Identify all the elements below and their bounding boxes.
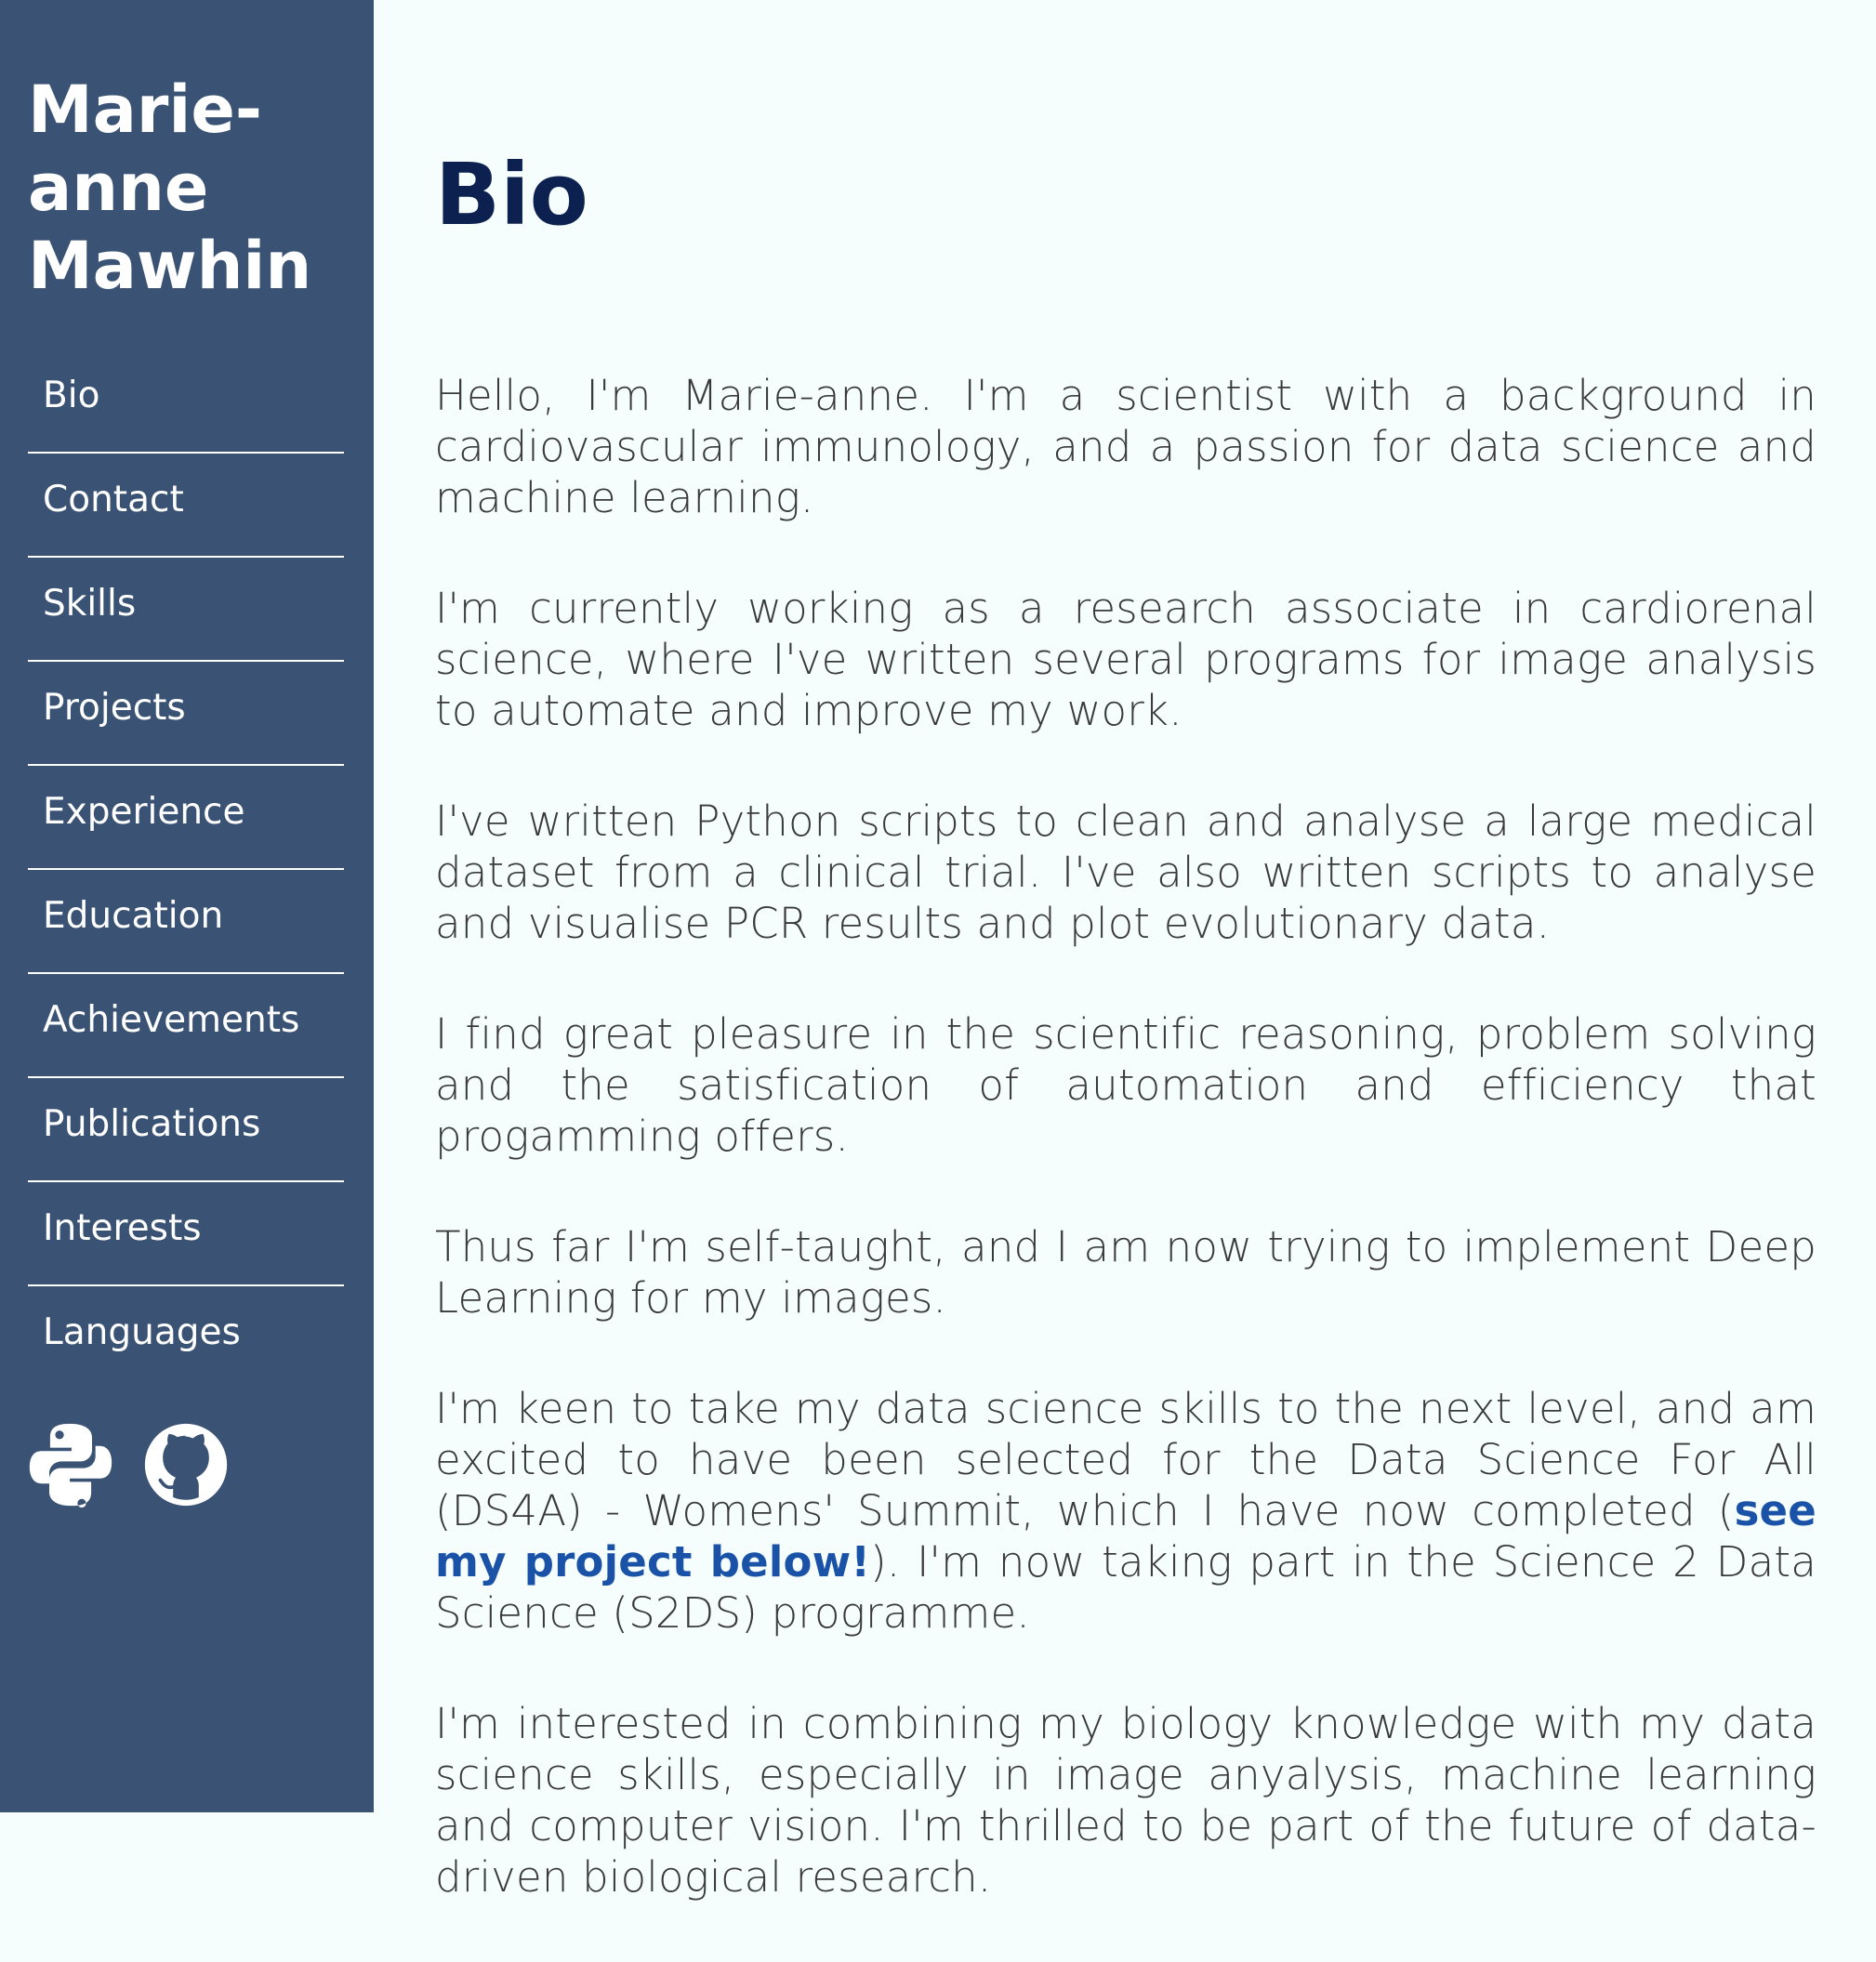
bio-text-segment: I'm keen to take my data science skills … xyxy=(435,1384,1817,1535)
bio-paragraph: I find great pleasure in the scientific … xyxy=(435,1009,1817,1161)
nav-link-education[interactable]: Education xyxy=(43,894,223,939)
social-links xyxy=(28,1420,229,1509)
nav-item-experience: Experience xyxy=(28,766,344,870)
nav-item-skills: Skills xyxy=(28,558,344,662)
nav-item-education: Education xyxy=(28,870,344,974)
nav-link-interests[interactable]: Interests xyxy=(43,1206,202,1251)
nav-item-languages: Languages xyxy=(28,1286,344,1390)
python-icon[interactable] xyxy=(28,1422,113,1508)
sidebar-nav: Bio Contact Skills Projects Experience E… xyxy=(28,349,344,1390)
sidebar: Marie-anne Mawhin Bio Contact Skills Pro… xyxy=(0,0,374,1812)
github-icon[interactable] xyxy=(143,1422,229,1508)
nav-link-contact[interactable]: Contact xyxy=(43,478,184,522)
site-title[interactable]: Marie-anne Mawhin xyxy=(28,71,353,305)
nav-item-publications: Publications xyxy=(28,1078,344,1182)
bio-section: Hello, I'm Marie-anne. I'm a scientist w… xyxy=(435,370,1817,1962)
nav-item-projects: Projects xyxy=(28,662,344,766)
nav-link-skills[interactable]: Skills xyxy=(43,582,136,626)
bio-paragraph-ds4a: I'm keen to take my data science skills … xyxy=(435,1383,1817,1639)
nav-item-bio: Bio xyxy=(28,349,344,454)
nav-link-experience[interactable]: Experience xyxy=(43,790,245,835)
nav-item-contact: Contact xyxy=(28,454,344,558)
bio-paragraph: I'm interested in combining my biology k… xyxy=(435,1699,1817,1902)
nav-item-achievements: Achievements xyxy=(28,974,344,1078)
nav-link-languages[interactable]: Languages xyxy=(43,1310,241,1355)
nav-link-bio[interactable]: Bio xyxy=(43,374,99,418)
bio-paragraph: I'm currently working as a research asso… xyxy=(435,584,1817,735)
nav-link-projects[interactable]: Projects xyxy=(43,686,186,731)
bio-paragraph: Thus far I'm self-taught, and I am now t… xyxy=(435,1222,1817,1323)
nav-link-achievements[interactable]: Achievements xyxy=(43,998,299,1043)
bio-paragraph: I've written Python scripts to clean and… xyxy=(435,797,1817,948)
bio-paragraph: Hello, I'm Marie-anne. I'm a scientist w… xyxy=(435,371,1817,522)
nav-link-publications[interactable]: Publications xyxy=(43,1102,260,1147)
page-title: Bio xyxy=(435,145,588,244)
nav-item-interests: Interests xyxy=(28,1182,344,1286)
